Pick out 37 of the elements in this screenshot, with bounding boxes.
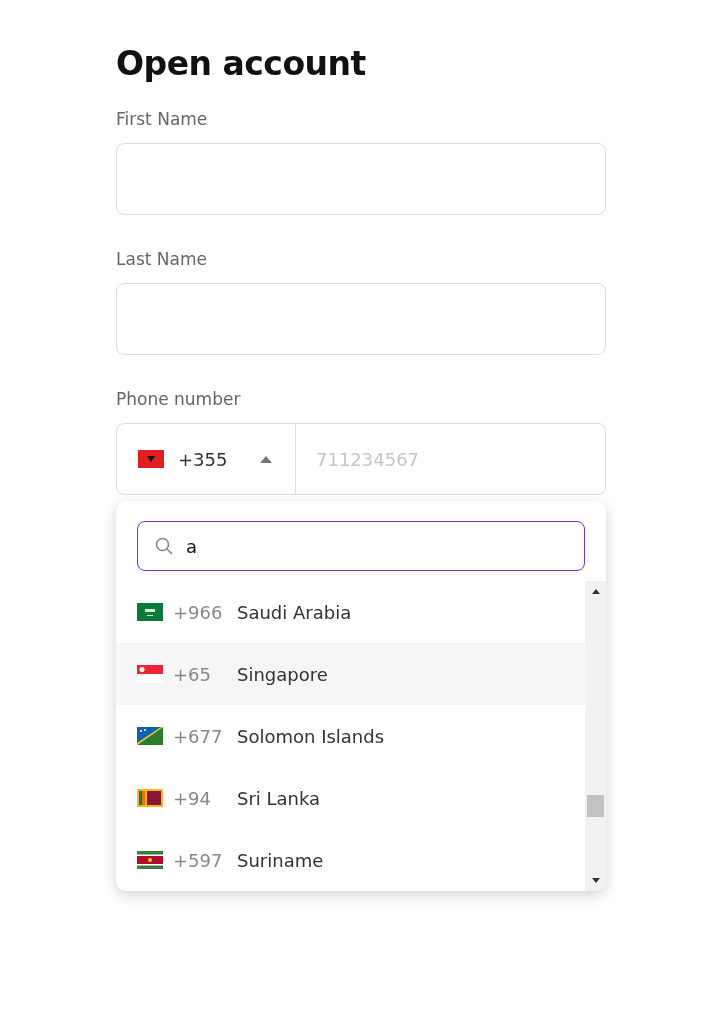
scroll-thumb[interactable] (587, 795, 604, 817)
country-option[interactable]: +677 Solomon Islands (116, 705, 585, 767)
flag-icon (138, 450, 164, 468)
field-label: Last Name (116, 249, 208, 269)
flag-icon (137, 603, 163, 621)
country-code-selector[interactable]: +355 (116, 423, 296, 495)
country-name: Sri Lanka (237, 787, 321, 809)
country-option[interactable]: +94 Sri Lanka (116, 767, 585, 829)
flag-icon (137, 789, 163, 807)
search-field[interactable]: a (137, 521, 585, 571)
page-title: Open account (116, 44, 367, 83)
flag-icon (137, 851, 163, 869)
field-label: Phone number (116, 389, 242, 409)
flag-icon (137, 665, 163, 683)
dial-code: +597 (173, 849, 224, 871)
caret-up-icon (260, 455, 272, 463)
search-icon (155, 537, 173, 555)
dial-code: +966 (173, 601, 224, 623)
country-option[interactable]: +65 Singapore (116, 643, 585, 705)
scrollbar[interactable] (585, 581, 606, 891)
input-field[interactable] (116, 283, 606, 355)
scroll-down-icon (591, 878, 600, 883)
country-name: Singapore (237, 663, 328, 685)
country-option[interactable]: +966 Saudi Arabia (116, 581, 585, 643)
country-name: Saudi Arabia (237, 601, 352, 623)
dial-code: +94 (173, 787, 212, 809)
country-name: Suriname (237, 849, 324, 871)
country-code: +355 (178, 448, 229, 470)
country-option[interactable]: +597 Suriname (116, 829, 585, 891)
phone-input[interactable]: 711234567 (296, 423, 606, 495)
input-field[interactable] (116, 143, 606, 215)
country-name: Solomon Islands (237, 725, 385, 747)
field-label: First Name (116, 109, 209, 129)
dial-code: +65 (173, 663, 212, 685)
dial-code: +677 (173, 725, 224, 747)
flag-icon (137, 727, 163, 745)
scroll-up-icon (591, 589, 600, 594)
